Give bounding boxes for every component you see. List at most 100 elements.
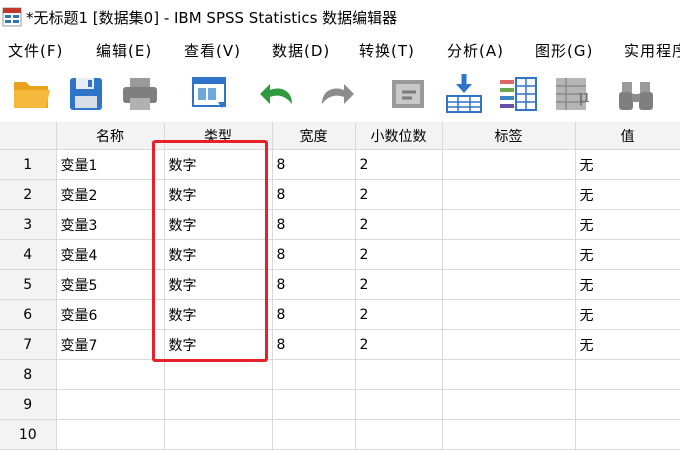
column-header-label[interactable]: 标签: [442, 122, 576, 150]
label-cell[interactable]: [442, 359, 576, 390]
label-cell[interactable]: [442, 419, 576, 450]
decimals-cell[interactable]: [355, 389, 443, 420]
menu-graphs[interactable]: 图形(G): [535, 40, 593, 61]
values-cell[interactable]: [575, 419, 680, 450]
width-cell[interactable]: [272, 419, 356, 450]
name-cell[interactable]: 变量5: [56, 269, 165, 300]
name-cell[interactable]: 变量1: [56, 149, 165, 180]
go-to-variable-icon[interactable]: [442, 72, 486, 116]
row-number[interactable]: 9: [0, 389, 57, 420]
label-cell[interactable]: [442, 299, 576, 330]
variables-icon[interactable]: [496, 72, 540, 116]
corner-cell[interactable]: [0, 122, 57, 150]
values-cell[interactable]: 无: [575, 179, 680, 210]
label-cell[interactable]: [442, 239, 576, 270]
values-cell[interactable]: 无: [575, 269, 680, 300]
label-cell[interactable]: [442, 329, 576, 360]
menu-file[interactable]: 文件(F): [8, 40, 63, 61]
values-cell[interactable]: 无: [575, 239, 680, 270]
decimals-cell[interactable]: 2: [355, 269, 443, 300]
table-row: 8: [0, 359, 680, 390]
width-cell[interactable]: [272, 359, 356, 390]
column-header-name[interactable]: 名称: [56, 122, 165, 150]
table-row: 6 变量6 数字 8 2 无: [0, 299, 680, 330]
label-cell[interactable]: [442, 389, 576, 420]
decimals-cell[interactable]: 2: [355, 209, 443, 240]
row-number[interactable]: 6: [0, 299, 57, 330]
column-header-decimals[interactable]: 小数位数: [355, 122, 443, 150]
save-icon[interactable]: [64, 72, 108, 116]
type-cell[interactable]: [164, 359, 273, 390]
row-number[interactable]: 8: [0, 359, 57, 390]
name-cell[interactable]: [56, 359, 165, 390]
values-cell[interactable]: [575, 359, 680, 390]
menu-view[interactable]: 查看(V): [184, 40, 241, 61]
width-cell[interactable]: 8: [272, 209, 356, 240]
label-cell[interactable]: [442, 179, 576, 210]
decimals-cell[interactable]: 2: [355, 149, 443, 180]
name-cell[interactable]: 变量3: [56, 209, 165, 240]
decimals-cell[interactable]: 2: [355, 329, 443, 360]
print-icon[interactable]: [118, 72, 162, 116]
column-header-type[interactable]: 类型: [164, 122, 273, 150]
row-number[interactable]: 3: [0, 209, 57, 240]
name-cell[interactable]: 变量7: [56, 329, 165, 360]
decimals-cell[interactable]: 2: [355, 299, 443, 330]
menu-edit[interactable]: 编辑(E): [96, 40, 152, 61]
spss-app-icon[interactable]: [2, 6, 22, 28]
width-cell[interactable]: 8: [272, 149, 356, 180]
open-folder-icon[interactable]: [10, 72, 54, 116]
row-number[interactable]: 7: [0, 329, 57, 360]
width-cell[interactable]: 8: [272, 329, 356, 360]
decimals-cell[interactable]: [355, 419, 443, 450]
menu-transform[interactable]: 转换(T): [359, 40, 415, 61]
menu-data[interactable]: 数据(D): [272, 40, 330, 61]
values-cell[interactable]: 无: [575, 299, 680, 330]
type-cell[interactable]: [164, 419, 273, 450]
decimals-cell[interactable]: 2: [355, 239, 443, 270]
table-row: 10: [0, 419, 680, 450]
statistics-icon[interactable]: μ: [552, 72, 596, 116]
dialog-recall-icon[interactable]: [188, 72, 232, 116]
go-to-case-icon[interactable]: [386, 72, 430, 116]
type-cell[interactable]: 数字: [164, 329, 273, 360]
row-number[interactable]: 2: [0, 179, 57, 210]
binoculars-icon[interactable]: [614, 72, 658, 116]
type-cell[interactable]: [164, 389, 273, 420]
type-cell[interactable]: 数字: [164, 149, 273, 180]
width-cell[interactable]: 8: [272, 239, 356, 270]
values-cell[interactable]: 无: [575, 329, 680, 360]
type-cell[interactable]: 数字: [164, 179, 273, 210]
type-cell[interactable]: 数字: [164, 269, 273, 300]
width-cell[interactable]: [272, 389, 356, 420]
column-header-width[interactable]: 宽度: [272, 122, 356, 150]
undo-icon[interactable]: [256, 72, 300, 116]
label-cell[interactable]: [442, 269, 576, 300]
values-cell[interactable]: 无: [575, 149, 680, 180]
type-cell[interactable]: 数字: [164, 299, 273, 330]
type-cell[interactable]: 数字: [164, 239, 273, 270]
column-header-values[interactable]: 值: [575, 122, 680, 150]
name-cell[interactable]: 变量2: [56, 179, 165, 210]
values-cell[interactable]: 无: [575, 209, 680, 240]
row-number[interactable]: 1: [0, 149, 57, 180]
decimals-cell[interactable]: [355, 359, 443, 390]
label-cell[interactable]: [442, 149, 576, 180]
row-number[interactable]: 4: [0, 239, 57, 270]
menu-utilities[interactable]: 实用程序: [624, 40, 680, 61]
label-cell[interactable]: [442, 209, 576, 240]
name-cell[interactable]: 变量4: [56, 239, 165, 270]
width-cell[interactable]: 8: [272, 299, 356, 330]
width-cell[interactable]: 8: [272, 179, 356, 210]
redo-icon[interactable]: [314, 72, 358, 116]
type-cell[interactable]: 数字: [164, 209, 273, 240]
menu-analyze[interactable]: 分析(A): [447, 40, 504, 61]
name-cell[interactable]: [56, 419, 165, 450]
name-cell[interactable]: [56, 389, 165, 420]
decimals-cell[interactable]: 2: [355, 179, 443, 210]
row-number[interactable]: 5: [0, 269, 57, 300]
width-cell[interactable]: 8: [272, 269, 356, 300]
values-cell[interactable]: [575, 389, 680, 420]
name-cell[interactable]: 变量6: [56, 299, 165, 330]
row-number[interactable]: 10: [0, 419, 57, 450]
